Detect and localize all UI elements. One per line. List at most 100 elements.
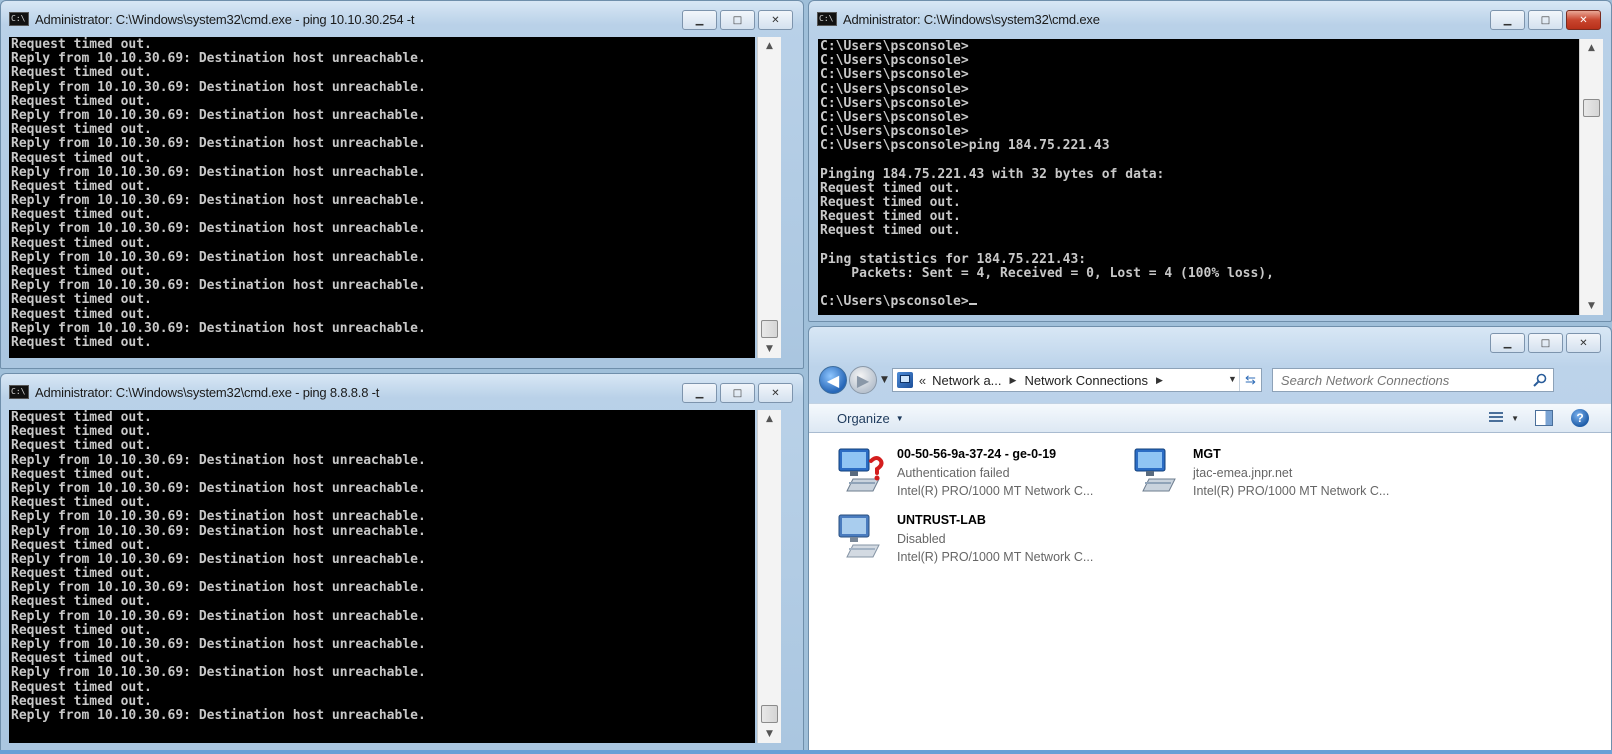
scroll-up-arrow-icon[interactable]: ▲ (758, 410, 781, 428)
help-icon[interactable] (1569, 408, 1591, 428)
breadcrumb-network-and-sharing[interactable]: Network a... (932, 373, 1001, 388)
vertical-scrollbar[interactable]: ▲ ▼ (1579, 39, 1603, 315)
cmd-window-ping-gateway[interactable]: C:\ Administrator: C:\Windows\system32\c… (0, 0, 804, 369)
close-icon: ✕ (1579, 337, 1588, 349)
minimize-button[interactable]: ▁ (1490, 333, 1525, 353)
maximize-button[interactable]: □ (1528, 10, 1563, 30)
breadcrumb-overflow[interactable]: « (919, 373, 926, 388)
address-dropdown-icon[interactable]: ▼ (1228, 374, 1237, 384)
console-line: Reply from 10.10.30.69: Destination host… (11, 608, 426, 624)
scroll-down-arrow-icon[interactable]: ▼ (1580, 297, 1603, 315)
scroll-down-arrow-icon[interactable]: ▼ (758, 340, 781, 358)
caption-buttons: ▁ □ ✕ (682, 10, 793, 30)
console-line: Reply from 10.10.30.69: Destination host… (11, 551, 426, 567)
recent-pages-dropdown-icon[interactable]: ▼ (881, 375, 888, 385)
console-line: Request timed out. (820, 180, 961, 196)
minimize-icon: ▁ (1503, 14, 1512, 26)
refresh-button[interactable]: ⇆ (1238, 369, 1261, 391)
explorer-window-network-connections[interactable]: ▁ □ ✕ ◀ ▶ ▼ « Network a... ▶ Network Con… (808, 326, 1612, 754)
breadcrumb-separator-icon[interactable]: ▶ (1010, 375, 1017, 386)
maximize-button[interactable]: □ (720, 10, 755, 30)
console-line: Reply from 10.10.30.69: Destination host… (11, 480, 426, 496)
maximize-button[interactable]: □ (1528, 333, 1563, 353)
connection-adapter: Intel(R) PRO/1000 MT Network C... (1193, 484, 1390, 498)
console-line: Reply from 10.10.30.69: Destination host… (11, 665, 426, 681)
console-line: C:\Users\psconsole> (820, 39, 969, 54)
console-output[interactable]: Request timed out. Request timed out. Requ… (9, 410, 755, 743)
back-button[interactable]: ◀ (819, 366, 847, 394)
connection-item[interactable]: 00-50-56-9a-37-24 - ge-0-19 Authenticati… (835, 445, 1093, 500)
connection-details: MGT jtac-emea.jnpr.net Intel(R) PRO/1000… (1193, 445, 1389, 500)
console-line: Request timed out. (11, 235, 152, 251)
console-line: Request timed out. (11, 37, 152, 52)
console-line: Request timed out. (820, 209, 961, 225)
close-button[interactable]: ✕ (1566, 10, 1601, 30)
search-icon[interactable] (1533, 373, 1547, 387)
cmd-app-icon: C:\ (817, 12, 837, 26)
organize-menu-button[interactable]: Organize ▼ (837, 411, 904, 426)
forward-button[interactable]: ▶ (849, 366, 877, 394)
connection-status: jtac-emea.jnpr.net (1193, 466, 1293, 480)
console-line: C:\Users\psconsole> (820, 124, 969, 140)
connection-status: Disabled (897, 532, 946, 546)
console-line: Reply from 10.10.30.69: Destination host… (11, 452, 426, 468)
console-line: Request timed out. (820, 223, 961, 239)
console-line: Reply from 10.10.30.69: Destination host… (11, 164, 426, 180)
console-line: Request timed out. (11, 679, 152, 695)
connection-item[interactable]: MGT jtac-emea.jnpr.net Intel(R) PRO/1000… (1131, 445, 1389, 500)
change-view-icon[interactable] (1485, 408, 1507, 428)
console-output[interactable]: Request timed out. Reply from 10.10.30.69… (9, 37, 755, 358)
console-line: Reply from 10.10.30.69: Destination host… (11, 249, 426, 265)
cmd-window-ping-dns[interactable]: C:\ Administrator: C:\Windows\system32\c… (0, 373, 804, 754)
scroll-thumb[interactable] (1583, 99, 1600, 117)
connection-adapter: Intel(R) PRO/1000 MT Network C... (897, 550, 1094, 564)
scroll-down-arrow-icon[interactable]: ▼ (758, 725, 781, 743)
scroll-thumb[interactable] (761, 320, 778, 338)
scroll-up-arrow-icon[interactable]: ▲ (758, 37, 781, 55)
vertical-scrollbar[interactable]: ▲ ▼ (757, 37, 781, 358)
cmd-window-active[interactable]: C:\ Administrator: C:\Windows\system32\c… (808, 0, 1612, 322)
connection-item[interactable]: UNTRUST-LAB Disabled Intel(R) PRO/1000 M… (835, 511, 1093, 566)
minimize-button[interactable]: ▁ (682, 10, 717, 30)
console-line: Request timed out. (11, 150, 152, 166)
caption-buttons: ▁ □ ✕ (682, 383, 793, 403)
chevron-down-icon: ▼ (895, 413, 904, 423)
console-line: Reply from 10.10.30.69: Destination host… (11, 136, 426, 152)
breadcrumb-network-connections[interactable]: Network Connections (1024, 373, 1148, 388)
connection-adapter: Intel(R) PRO/1000 MT Network C... (897, 484, 1094, 498)
search-input[interactable] (1280, 372, 1521, 388)
view-options-chevron-down-icon[interactable]: ▼ (1511, 414, 1519, 423)
console-line: Request timed out. (11, 178, 152, 194)
close-button[interactable]: ✕ (1566, 333, 1601, 353)
maximize-icon: □ (732, 387, 743, 399)
taskbar-edge (0, 750, 1612, 754)
scroll-thumb[interactable] (761, 705, 778, 723)
preview-pane-icon[interactable] (1533, 408, 1555, 428)
minimize-button[interactable]: ▁ (1490, 10, 1525, 30)
connections-list[interactable]: 00-50-56-9a-37-24 - ge-0-19 Authenticati… (809, 433, 1611, 753)
search-box[interactable] (1271, 368, 1554, 392)
console-line: C:\Users\psconsole> (820, 295, 1577, 309)
console-line: Request timed out. (11, 122, 152, 138)
console-line: C:\Users\psconsole> (820, 67, 969, 83)
console-line: Request timed out. (11, 622, 152, 638)
console-output[interactable]: C:\Users\psconsole> C:\Users\psconsole> C:… (818, 39, 1579, 315)
close-button[interactable]: ✕ (758, 10, 793, 30)
scroll-up-arrow-icon[interactable]: ▲ (1580, 39, 1603, 57)
minimize-button[interactable]: ▁ (682, 383, 717, 403)
maximize-icon: □ (1540, 337, 1551, 349)
vertical-scrollbar[interactable]: ▲ ▼ (757, 410, 781, 743)
close-icon: ✕ (771, 14, 780, 26)
connection-status: Authentication failed (897, 466, 1010, 480)
close-button[interactable]: ✕ (758, 383, 793, 403)
back-arrow-icon: ◀ (826, 370, 840, 390)
address-bar[interactable]: « Network a... ▶ Network Connections ▶ ▼… (891, 368, 1262, 392)
console-line: C:\Users\psconsole>ping 184.75.221.43 (820, 138, 1110, 154)
console-line: Reply from 10.10.30.69: Destination host… (11, 523, 426, 539)
console-line: Reply from 10.10.30.69: Destination host… (11, 580, 426, 596)
breadcrumb-separator-icon[interactable]: ▶ (1156, 375, 1163, 386)
close-icon: ✕ (1579, 14, 1588, 26)
maximize-button[interactable]: □ (720, 383, 755, 403)
